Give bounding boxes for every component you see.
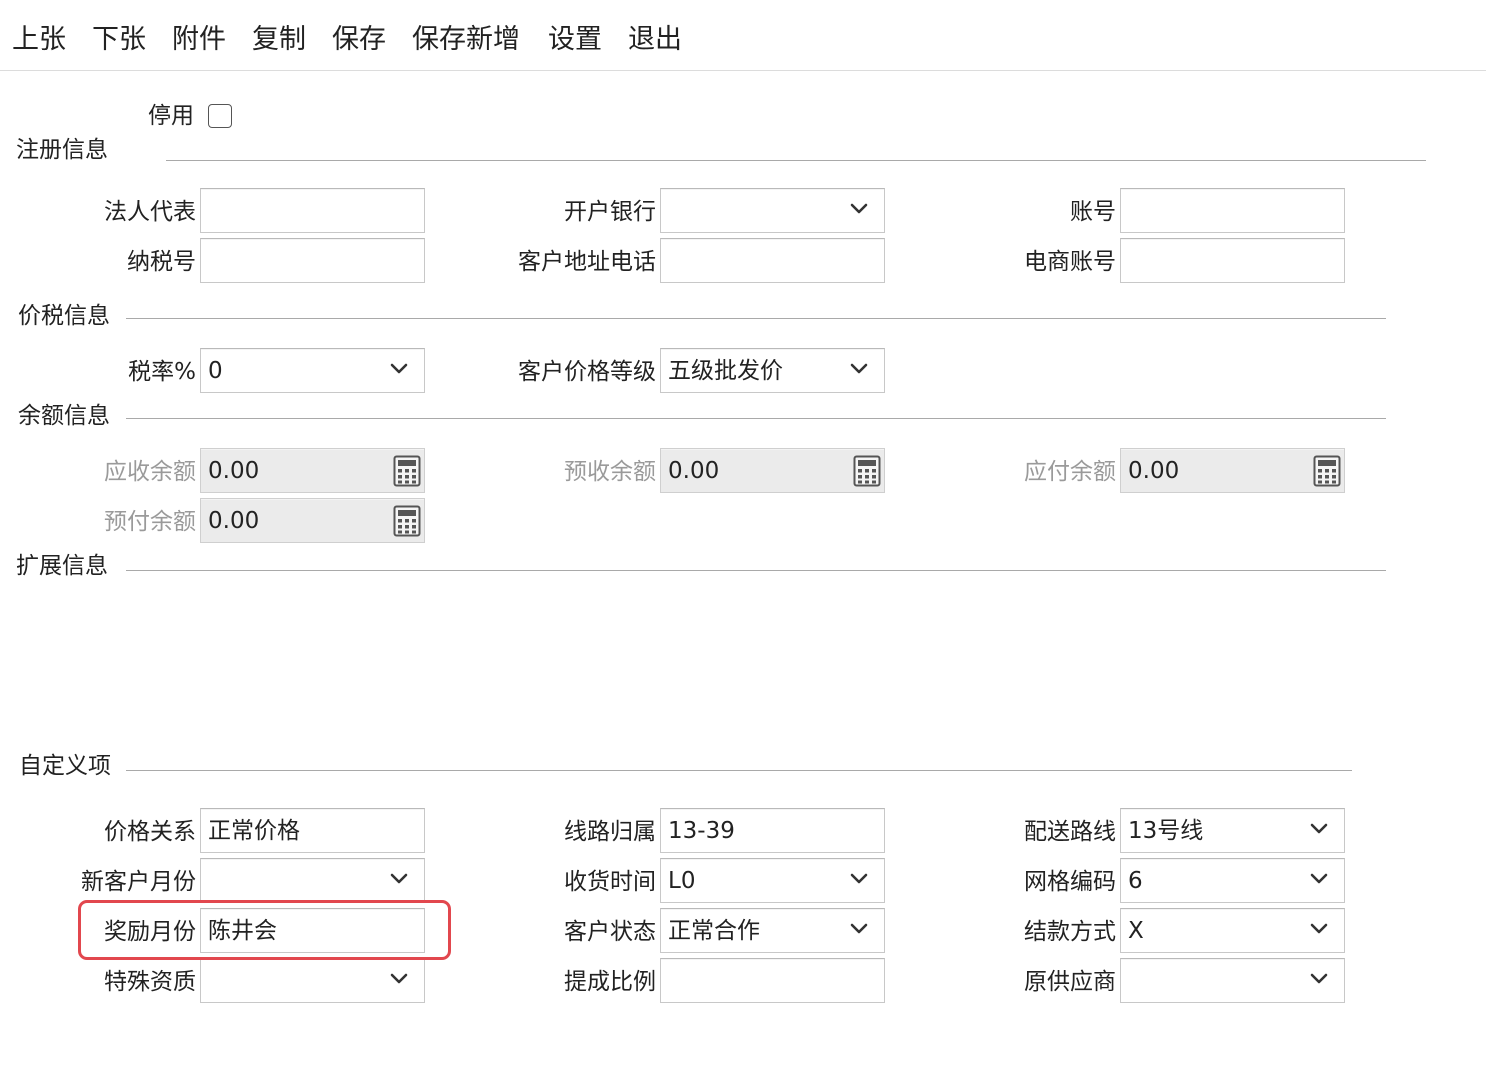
new-customer-month-label: 新客户月份 — [81, 869, 196, 895]
tax-rate-select[interactable]: 0 — [200, 348, 425, 393]
price-level-select[interactable]: 五级批发价 — [660, 348, 885, 393]
pre-received-input: 0.00 — [660, 448, 885, 493]
tax-no-label: 纳税号 — [127, 249, 196, 275]
chevron-down-icon — [850, 363, 868, 374]
commission-input[interactable] — [660, 958, 885, 1003]
section-divider — [166, 160, 1426, 161]
account-label: 账号 — [1070, 199, 1116, 225]
chevron-down-icon — [850, 203, 868, 214]
next-button[interactable]: 下张 — [92, 22, 146, 58]
section-tax-title: 价税信息 — [18, 303, 110, 329]
section-divider — [126, 418, 1386, 419]
calculator-icon[interactable] — [393, 455, 421, 487]
settlement-select[interactable]: X — [1120, 908, 1345, 953]
section-extend-title: 扩展信息 — [16, 553, 108, 579]
section-balance-title: 余额信息 — [18, 403, 110, 429]
account-input[interactable] — [1120, 188, 1345, 233]
ecom-account-label: 电商账号 — [1024, 249, 1116, 275]
chevron-down-icon — [850, 923, 868, 934]
grid-code-label: 网格编码 — [1024, 869, 1116, 895]
chevron-down-icon — [390, 973, 408, 984]
highlight-box — [78, 900, 451, 960]
receivable-input: 0.00 — [200, 448, 425, 493]
tax-rate-label: 税率% — [128, 359, 196, 385]
price-relation-label: 价格关系 — [104, 819, 196, 845]
save-button[interactable]: 保存 — [332, 22, 386, 58]
prev-button[interactable]: 上张 — [12, 22, 66, 58]
route-belong-input[interactable]: 13-39 — [660, 808, 885, 853]
chevron-down-icon — [1310, 973, 1328, 984]
attachment-button[interactable]: 附件 — [172, 22, 226, 58]
settlement-label: 结款方式 — [1024, 919, 1116, 945]
save-new-button[interactable]: 保存新增 — [412, 22, 520, 58]
special-qual-label: 特殊资质 — [104, 969, 196, 995]
receive-time-select[interactable]: L0 — [660, 858, 885, 903]
price-relation-input[interactable]: 正常价格 — [200, 808, 425, 853]
commission-label: 提成比例 — [564, 969, 656, 995]
chevron-down-icon — [390, 873, 408, 884]
toolbar: 上张 下张 附件 复制 保存 保存新增 设置 退出 — [0, 0, 1486, 71]
delivery-route-select[interactable]: 13号线 — [1120, 808, 1345, 853]
section-divider — [126, 570, 1386, 571]
payable-input: 0.00 — [1120, 448, 1345, 493]
special-qual-select[interactable] — [200, 958, 425, 1003]
prepaid-input: 0.00 — [200, 498, 425, 543]
ecom-account-input[interactable] — [1120, 238, 1345, 283]
grid-code-select[interactable]: 6 — [1120, 858, 1345, 903]
price-level-label: 客户价格等级 — [518, 359, 656, 385]
exit-button[interactable]: 退出 — [628, 22, 682, 58]
copy-button[interactable]: 复制 — [252, 22, 306, 58]
section-register-title: 注册信息 — [16, 137, 108, 163]
customer-status-label: 客户状态 — [564, 919, 656, 945]
chevron-down-icon — [1310, 873, 1328, 884]
addr-phone-label: 客户地址电话 — [518, 249, 656, 275]
payable-label: 应付余额 — [1024, 459, 1116, 485]
chevron-down-icon — [850, 873, 868, 884]
calculator-icon[interactable] — [853, 455, 881, 487]
settings-button[interactable]: 设置 — [548, 22, 602, 58]
disabled-checkbox[interactable] — [208, 104, 232, 128]
orig-supplier-select[interactable] — [1120, 958, 1345, 1003]
new-customer-month-select[interactable] — [200, 858, 425, 903]
tax-no-input[interactable] — [200, 238, 425, 283]
calculator-icon[interactable] — [393, 505, 421, 537]
disabled-label: 停用 — [148, 103, 194, 129]
section-divider — [126, 318, 1386, 319]
calculator-icon[interactable] — [1313, 455, 1341, 487]
bank-select[interactable] — [660, 188, 885, 233]
orig-supplier-label: 原供应商 — [1024, 969, 1116, 995]
prepaid-label: 预付余额 — [104, 509, 196, 535]
legal-rep-label: 法人代表 — [104, 199, 196, 225]
chevron-down-icon — [1310, 823, 1328, 834]
chevron-down-icon — [1310, 923, 1328, 934]
bank-label: 开户银行 — [564, 199, 656, 225]
legal-rep-input[interactable] — [200, 188, 425, 233]
section-divider — [126, 770, 1352, 771]
section-custom-title: 自定义项 — [19, 753, 111, 779]
chevron-down-icon — [390, 363, 408, 374]
customer-status-select[interactable]: 正常合作 — [660, 908, 885, 953]
pre-received-label: 预收余额 — [564, 459, 656, 485]
receivable-label: 应收余额 — [104, 459, 196, 485]
route-belong-label: 线路归属 — [564, 819, 656, 845]
addr-phone-input[interactable] — [660, 238, 885, 283]
delivery-route-label: 配送路线 — [1024, 819, 1116, 845]
receive-time-label: 收货时间 — [564, 869, 656, 895]
